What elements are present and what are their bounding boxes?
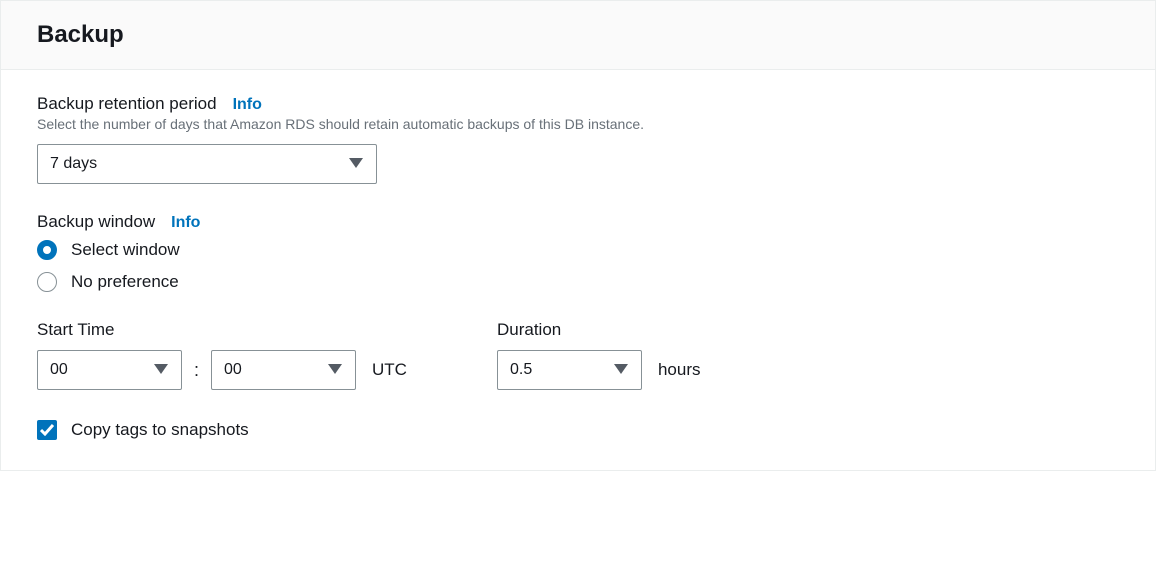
copy-tags-checkbox[interactable]: Copy tags to snapshots — [37, 420, 1119, 440]
retention-label: Backup retention period — [37, 94, 217, 114]
backup-window-info-link[interactable]: Info — [171, 214, 200, 232]
backup-window-label-row: Backup window Info — [37, 212, 1119, 232]
backup-window-field: Backup window Info Select window No pref… — [37, 212, 1119, 292]
duration-inputs: 0.5 hours — [497, 350, 701, 390]
retention-field: Backup retention period Info Select the … — [37, 94, 1119, 184]
radio-no-preference[interactable]: No preference — [37, 272, 1119, 292]
time-colon: : — [194, 360, 199, 381]
time-duration-row: Start Time 00 : 00 UT — [37, 320, 1119, 390]
start-time-column: Start Time 00 : 00 UT — [37, 320, 407, 390]
start-hour-select[interactable]: 00 — [37, 350, 182, 390]
checkbox-checked-icon — [37, 420, 57, 440]
backup-window-radio-group: Select window No preference — [37, 240, 1119, 292]
start-time-inputs: 00 : 00 UTC — [37, 350, 407, 390]
timezone-label: UTC — [372, 360, 407, 380]
retention-info-link[interactable]: Info — [233, 96, 262, 114]
radio-no-preference-label: No preference — [71, 272, 179, 292]
retention-description: Select the number of days that Amazon RD… — [37, 116, 1119, 132]
panel-title: Backup — [37, 21, 1119, 49]
panel-body: Backup retention period Info Select the … — [1, 70, 1155, 470]
radio-select-window-label: Select window — [71, 240, 180, 260]
start-time-label: Start Time — [37, 320, 407, 340]
start-minute-select[interactable]: 00 — [211, 350, 356, 390]
panel-header: Backup — [1, 1, 1155, 70]
radio-icon-checked — [37, 240, 57, 260]
retention-label-row: Backup retention period Info — [37, 94, 1119, 114]
start-hour-value: 00 — [37, 350, 182, 390]
radio-select-window[interactable]: Select window — [37, 240, 1119, 260]
backup-panel: Backup Backup retention period Info Sele… — [0, 0, 1156, 471]
start-minute-value: 00 — [211, 350, 356, 390]
backup-window-label: Backup window — [37, 212, 155, 232]
copy-tags-label: Copy tags to snapshots — [71, 420, 249, 440]
duration-select[interactable]: 0.5 — [497, 350, 642, 390]
duration-column: Duration 0.5 hours — [497, 320, 701, 390]
retention-select[interactable]: 7 days — [37, 144, 377, 184]
radio-icon-unchecked — [37, 272, 57, 292]
duration-value: 0.5 — [497, 350, 642, 390]
retention-select-value: 7 days — [37, 144, 377, 184]
duration-unit-label: hours — [658, 360, 701, 380]
duration-label: Duration — [497, 320, 701, 340]
